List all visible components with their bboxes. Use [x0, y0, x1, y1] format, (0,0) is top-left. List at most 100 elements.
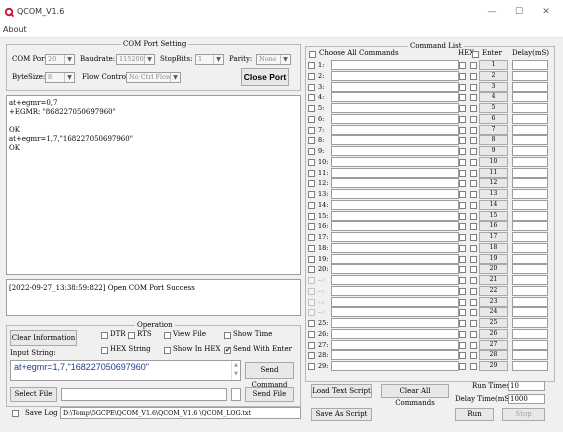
command-delay-input[interactable]: [512, 156, 548, 167]
hex-string-checkbox[interactable]: [101, 347, 108, 354]
dtr-checkbox[interactable]: [101, 332, 108, 339]
command-delay-input[interactable]: [512, 146, 548, 156]
parity-select[interactable]: None ▼: [256, 54, 291, 65]
command-delay-input[interactable]: [512, 318, 548, 328]
command-send-button[interactable]: 14: [479, 199, 508, 210]
select-file-button[interactable]: Select File: [10, 387, 57, 402]
input-string-field[interactable]: at+egmr=1,7,"168227050697960" ▲ ▼: [10, 360, 241, 381]
command-enter-checkbox[interactable]: [470, 255, 477, 263]
command-hex-checkbox[interactable]: [459, 223, 466, 231]
command-hex-checkbox[interactable]: [459, 83, 466, 91]
command-select-checkbox[interactable]: [308, 277, 315, 284]
bytesize-select[interactable]: 8 ▼: [45, 72, 75, 83]
command-delay-input[interactable]: [512, 70, 548, 81]
command-hex-checkbox[interactable]: [459, 180, 466, 188]
command-hex-checkbox[interactable]: [459, 234, 466, 241]
command-delay-input[interactable]: [512, 81, 548, 92]
command-input[interactable]: [331, 156, 459, 167]
command-input[interactable]: [331, 253, 459, 264]
command-input[interactable]: [331, 339, 459, 350]
maximize-button[interactable]: ☐: [509, 5, 529, 19]
command-input[interactable]: [331, 318, 459, 328]
command-select-checkbox[interactable]: [308, 266, 315, 274]
command-delay-input[interactable]: [512, 232, 548, 242]
command-hex-checkbox[interactable]: [459, 105, 466, 112]
command-hex-checkbox[interactable]: [459, 277, 466, 284]
command-input[interactable]: [331, 221, 459, 232]
flow-control-select[interactable]: No Ctrl Flow ▼: [126, 72, 181, 83]
command-hex-checkbox[interactable]: [459, 266, 466, 274]
command-input[interactable]: [331, 296, 459, 307]
log-path-field[interactable]: D:\Temp\5GCPE\QCOM_V1.6\QCOM_V1.6 \QCOM_…: [60, 407, 301, 419]
command-hex-checkbox[interactable]: [459, 72, 466, 80]
command-send-button[interactable]: 21: [479, 275, 508, 285]
command-send-button[interactable]: 28: [479, 350, 508, 361]
command-enter-checkbox[interactable]: [470, 62, 477, 69]
command-input[interactable]: [331, 242, 459, 253]
command-delay-input[interactable]: [512, 189, 548, 199]
command-delay-input[interactable]: [512, 242, 548, 253]
command-send-button[interactable]: 19: [479, 253, 508, 264]
menu-about[interactable]: About: [3, 25, 27, 34]
command-input[interactable]: [331, 167, 459, 178]
command-hex-checkbox[interactable]: [459, 115, 466, 123]
show-in-hex-checkbox[interactable]: [164, 347, 171, 354]
command-select-checkbox[interactable]: [308, 309, 315, 317]
command-enter-checkbox[interactable]: [470, 105, 477, 112]
command-enter-checkbox[interactable]: [470, 158, 477, 166]
command-send-button[interactable]: 17: [479, 232, 508, 242]
command-select-checkbox[interactable]: [308, 223, 315, 231]
command-input[interactable]: [331, 81, 459, 92]
command-enter-checkbox[interactable]: [470, 191, 477, 198]
command-hex-checkbox[interactable]: [459, 62, 466, 69]
command-send-button[interactable]: 18: [479, 242, 508, 253]
command-enter-checkbox[interactable]: [470, 330, 477, 338]
command-select-checkbox[interactable]: [308, 255, 315, 263]
command-select-checkbox[interactable]: [308, 234, 315, 241]
choose-all-checkbox[interactable]: [309, 51, 316, 58]
command-hex-checkbox[interactable]: [459, 255, 466, 263]
command-input[interactable]: [331, 60, 459, 70]
enter-all-checkbox[interactable]: [472, 51, 479, 58]
command-enter-checkbox[interactable]: [470, 169, 477, 177]
save-log-checkbox[interactable]: [12, 410, 19, 417]
command-send-button[interactable]: 3: [479, 81, 508, 92]
command-enter-checkbox[interactable]: [470, 180, 477, 188]
command-select-checkbox[interactable]: [308, 169, 315, 177]
command-send-button[interactable]: 20: [479, 264, 508, 275]
command-select-checkbox[interactable]: [308, 83, 315, 91]
command-send-button[interactable]: 26: [479, 328, 508, 339]
delay-time-field[interactable]: 1000: [508, 394, 545, 404]
command-enter-checkbox[interactable]: [470, 234, 477, 241]
command-send-button[interactable]: 23: [479, 296, 508, 307]
command-hex-checkbox[interactable]: [459, 94, 466, 102]
status-log[interactable]: [2022-09-27_13:38:59:822] Open COM Port …: [6, 279, 301, 316]
command-select-checkbox[interactable]: [308, 94, 315, 102]
command-delay-input[interactable]: [512, 264, 548, 275]
command-send-button[interactable]: 24: [479, 307, 508, 318]
command-enter-checkbox[interactable]: [470, 72, 477, 80]
command-input[interactable]: [331, 307, 459, 318]
command-delay-input[interactable]: [512, 253, 548, 264]
view-file-checkbox[interactable]: [164, 332, 171, 339]
command-select-checkbox[interactable]: [308, 201, 315, 209]
command-input[interactable]: [331, 232, 459, 242]
command-delay-input[interactable]: [512, 113, 548, 124]
close-port-button[interactable]: Close Port: [241, 68, 289, 86]
command-delay-input[interactable]: [512, 296, 548, 307]
command-hex-checkbox[interactable]: [459, 212, 466, 220]
command-select-checkbox[interactable]: [308, 244, 315, 252]
command-send-button[interactable]: 8: [479, 135, 508, 146]
send-command-button[interactable]: Send Command: [245, 362, 294, 389]
command-enter-checkbox[interactable]: [470, 83, 477, 91]
command-select-checkbox[interactable]: [308, 105, 315, 112]
command-enter-checkbox[interactable]: [470, 309, 477, 317]
command-enter-checkbox[interactable]: [470, 320, 477, 327]
load-text-script-button[interactable]: Load Text Script: [311, 384, 372, 398]
command-input[interactable]: [331, 210, 459, 221]
stopbits-select[interactable]: 1 ▼: [195, 54, 224, 65]
command-delay-input[interactable]: [512, 275, 548, 285]
minimize-button[interactable]: —: [482, 5, 502, 19]
command-hex-checkbox[interactable]: [459, 169, 466, 177]
command-select-checkbox[interactable]: [308, 137, 315, 145]
